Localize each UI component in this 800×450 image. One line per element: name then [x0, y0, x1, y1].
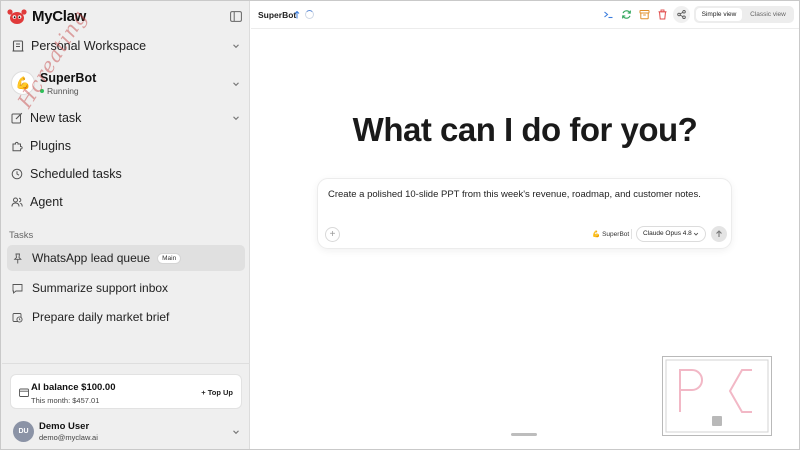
attach-button[interactable]: +: [325, 227, 340, 242]
bot-status-label: Running: [47, 86, 79, 96]
nav-plugins-label: Plugins: [30, 139, 71, 153]
user-email: demo@myclaw.ai: [39, 433, 98, 442]
sidebar-toggle-icon[interactable]: [230, 11, 242, 22]
sidebar: MyClaw Personal Workspace 💪 SuperBot Run…: [1, 1, 250, 449]
task-item-support-inbox[interactable]: Summarize support inbox: [7, 275, 245, 301]
terminal-icon[interactable]: [603, 9, 614, 20]
simple-view-button[interactable]: Simple view: [696, 8, 742, 21]
balance-amount: AI balance $100.00: [31, 382, 116, 393]
nav-new-task-label: New task: [30, 111, 82, 125]
refresh-icon[interactable]: [621, 9, 632, 20]
chevron-down-icon: [233, 116, 239, 121]
balance-card: AI balance $100.00 This month: $457.01 +…: [10, 374, 242, 409]
chevron-down-icon: [233, 430, 239, 435]
chat-icon: [12, 283, 23, 294]
bot-name: SuperBot: [40, 71, 97, 85]
plus-icon: +: [329, 229, 336, 240]
task-label: Summarize support inbox: [32, 281, 169, 295]
workspace-selector[interactable]: Personal Workspace: [7, 35, 244, 57]
nav-scheduled-label: Scheduled tasks: [30, 167, 122, 181]
nav-scheduled-tasks[interactable]: Scheduled tasks: [7, 163, 244, 185]
nav-agent-label: Agent: [30, 195, 63, 209]
avatar: DU: [13, 421, 34, 442]
prompt-composer: Create a polished 10-slide PPT from this…: [317, 178, 732, 249]
nav-plugins[interactable]: Plugins: [7, 135, 244, 157]
tasks-heading: Tasks: [9, 230, 34, 241]
bot-status: Running: [40, 86, 79, 96]
calendar-clock-icon: [12, 312, 23, 323]
pc-logo: [662, 356, 772, 436]
share-button[interactable]: [673, 6, 690, 23]
balance-month: This month: $457.01: [31, 396, 100, 405]
share-icon: [677, 10, 686, 19]
bot-emoji: 💪: [592, 231, 601, 238]
model-select[interactable]: Claude Opus 4.8: [636, 226, 706, 242]
scroll-handle[interactable]: [511, 433, 537, 436]
nav-agent[interactable]: Agent: [7, 191, 244, 213]
chevron-down-icon: [233, 82, 239, 87]
claw-mascot-icon: [7, 9, 27, 24]
status-dot: [40, 89, 44, 93]
edit-icon: [11, 112, 23, 124]
bot-tab[interactable]: SuperBot: [258, 10, 296, 20]
brand-name: MyClaw: [32, 7, 87, 25]
clock-icon: [11, 168, 23, 180]
bot-avatar: 💪: [11, 71, 35, 95]
top-bar: SuperBot Simple view Classic view: [251, 1, 799, 29]
composer-bot-chip[interactable]: 💪 SuperBot: [592, 230, 630, 239]
bot-selector[interactable]: 💪 SuperBot Running: [7, 69, 244, 99]
wallet-icon: [19, 388, 29, 397]
model-label: Claude Opus 4.8: [643, 230, 692, 237]
view-toggle: Simple view Classic view: [694, 6, 794, 23]
puzzle-icon: [12, 141, 23, 152]
chevron-down-icon: [693, 232, 699, 236]
user-name: Demo User: [39, 421, 90, 432]
composer-bot-label: SuperBot: [602, 230, 630, 238]
classic-view-button[interactable]: Classic view: [745, 8, 791, 21]
building-icon: [12, 40, 24, 52]
task-item-whatsapp[interactable]: WhatsApp lead queue Main: [7, 245, 245, 271]
arrow-up-icon: [716, 230, 722, 237]
nav-new-task[interactable]: New task: [7, 107, 244, 129]
chevron-down-icon: [233, 44, 239, 49]
task-item-market-brief[interactable]: Prepare daily market brief: [7, 304, 245, 330]
task-label: WhatsApp lead queue: [32, 251, 151, 265]
pin-icon[interactable]: [294, 11, 300, 19]
main-badge: Main: [157, 252, 182, 264]
trash-icon[interactable]: [657, 9, 668, 20]
page-title: What can I do for you?: [352, 111, 698, 148]
send-button[interactable]: [711, 226, 727, 242]
pin-icon: [13, 253, 22, 263]
divider: [631, 229, 632, 239]
workspace-label: Personal Workspace: [31, 39, 147, 53]
archive-icon[interactable]: [639, 9, 650, 20]
prompt-input[interactable]: Create a polished 10-slide PPT from this…: [328, 189, 701, 200]
brand[interactable]: MyClaw: [7, 7, 86, 25]
task-label: Prepare daily market brief: [32, 310, 170, 324]
loading-spinner: [305, 10, 314, 19]
sidebar-divider: [2, 363, 250, 364]
users-icon: [11, 197, 23, 207]
user-menu[interactable]: DU Demo User demo@myclaw.ai: [10, 419, 242, 445]
top-up-button[interactable]: + Top Up: [201, 388, 233, 397]
